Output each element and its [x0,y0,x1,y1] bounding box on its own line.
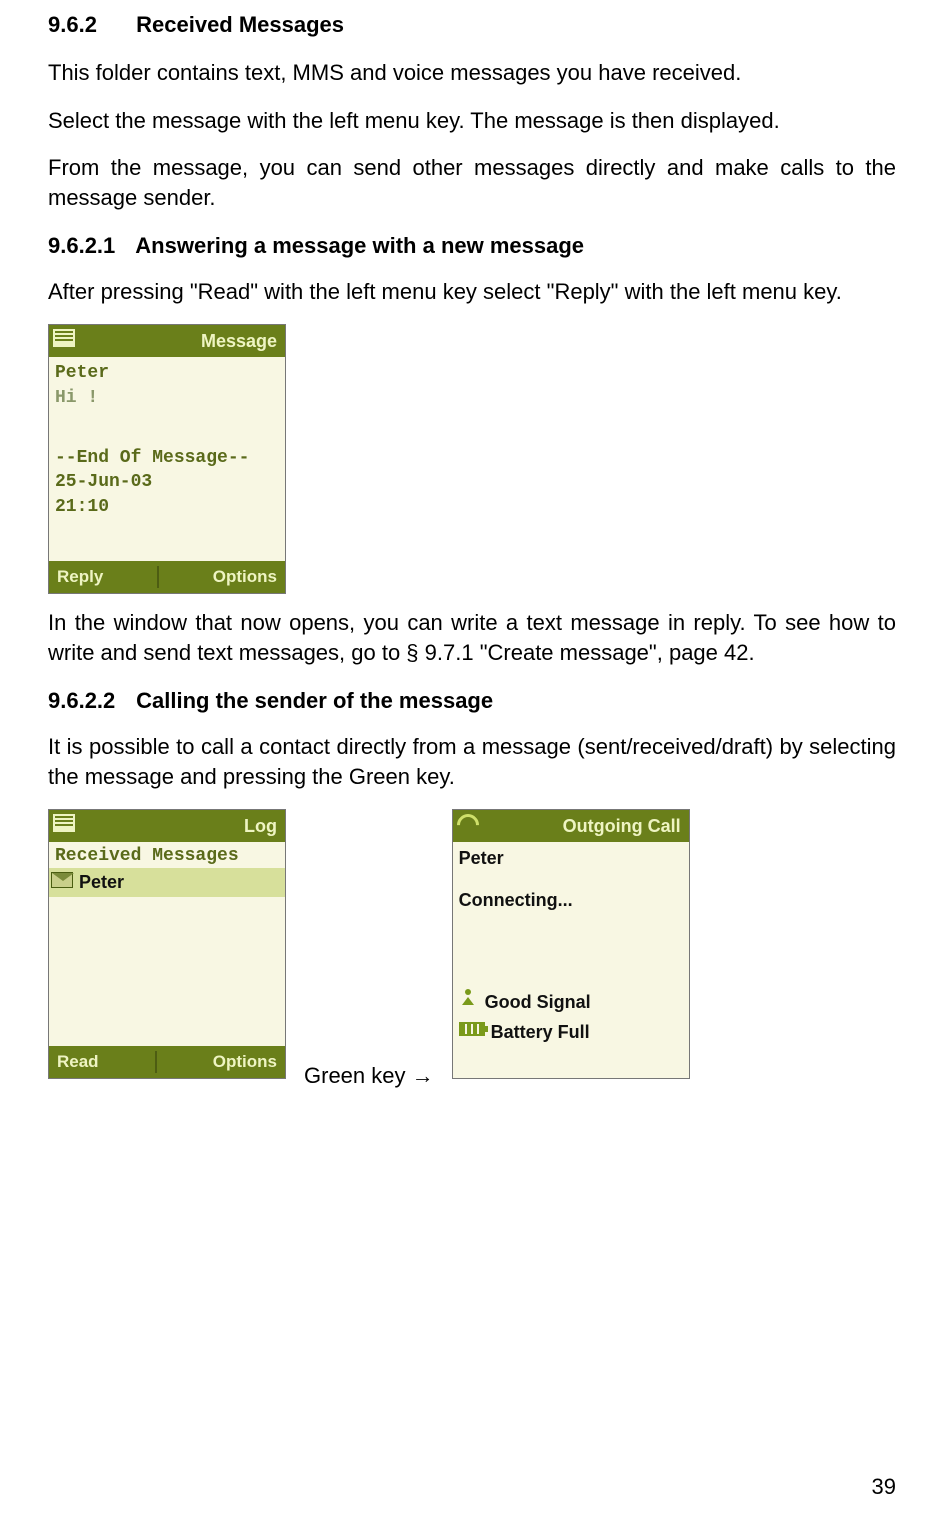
softkey-bar: Read Options [49,1046,285,1078]
softkey-right[interactable]: Options [213,1052,277,1072]
heading-title: Answering a message with a new message [135,233,584,258]
softkey-left[interactable]: Read [57,1052,99,1072]
para-answer-instruction: After pressing "Read" with the left menu… [48,277,896,307]
phone-screenshot-call: Outgoing Call Peter Connecting... Good S… [452,809,690,1079]
heading-call-sender: 9.6.2.2 Calling the sender of the messag… [48,688,896,714]
titlebar-text: Message [201,331,277,352]
call-contact: Peter [459,846,683,870]
screenshot-row: Log Received Messages Peter Read Options… [48,809,896,1093]
battery-icon [459,1018,485,1047]
end-line: --End Of Message-- [55,446,279,470]
phone-screenshot-log: Log Received Messages Peter Read Options [48,809,286,1079]
battery-row: Battery Full [459,1018,683,1047]
softkey-divider [157,566,159,588]
date-line: 25-Jun-03 [55,470,279,494]
signal-text: Good Signal [485,990,591,1014]
envelope-icon [51,872,73,894]
para-intro-3: From the message, you can send other mes… [48,153,896,212]
signal-row: Good Signal [459,987,683,1018]
time-line: 21:10 [55,495,279,519]
call-body: Peter Connecting... Good Signal Battery … [453,842,689,1080]
heading-number: 9.6.2 [48,12,130,38]
titlebar-text: Log [244,816,277,837]
phone-screenshot-message: Message Peter Hi ! --End Of Message-- 25… [48,324,286,594]
message-icon [53,329,77,353]
phone-icon [457,814,481,838]
page-number: 39 [872,1474,896,1500]
softkey-left[interactable]: Reply [57,567,103,587]
message-icon [53,814,77,838]
titlebar: Message [49,325,285,357]
titlebar: Outgoing Call [453,810,689,842]
titlebar-text: Outgoing Call [563,816,681,837]
log-body: Received Messages Peter [49,842,285,1048]
heading-title: Calling the sender of the message [136,688,493,713]
signal-icon [459,987,479,1018]
call-status: Connecting... [459,888,683,912]
heading-received-messages: 9.6.2 Received Messages [48,12,896,38]
sender-line: Peter [55,361,279,385]
para-intro-1: This folder contains text, MMS and voice… [48,58,896,88]
softkey-divider [155,1051,157,1073]
softkey-bar: Reply Options [49,561,285,593]
para-call-instruction: It is possible to call a contact directl… [48,732,896,791]
battery-text: Battery Full [491,1020,590,1044]
heading-number: 9.6.2.2 [48,688,130,714]
log-selected-row[interactable]: Peter [49,868,285,896]
selected-contact: Peter [79,870,124,894]
para-reply-window: In the window that now opens, you can wr… [48,608,896,667]
heading-answer-message: 9.6.2.1 Answering a message with a new m… [48,233,896,259]
green-key-label: Green key → [304,1063,434,1093]
body-line: Hi ! [55,386,279,410]
message-body: Peter Hi ! --End Of Message-- 25-Jun-03 … [49,357,285,563]
heading-number: 9.6.2.1 [48,233,130,259]
log-subtitle: Received Messages [49,842,285,868]
titlebar: Log [49,810,285,842]
heading-title: Received Messages [136,12,344,37]
para-intro-2: Select the message with the left menu ke… [48,106,896,136]
softkey-right[interactable]: Options [213,567,277,587]
